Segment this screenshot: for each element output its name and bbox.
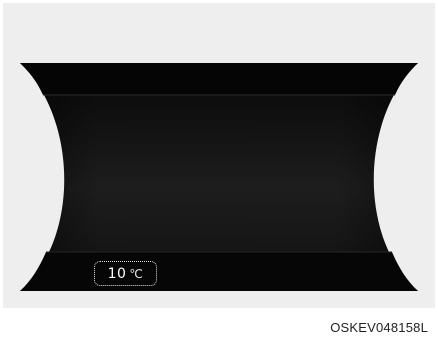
- temperature-value: 10: [107, 265, 127, 282]
- figure-code: OSKEV048158L: [330, 320, 428, 335]
- instrument-cluster-display: [20, 63, 418, 291]
- outside-temperature-indicator: 10 ℃: [94, 261, 157, 286]
- cluster-bottom-band: [20, 252, 418, 291]
- cluster-top-band: [20, 63, 418, 95]
- instrument-cluster-figure: 10 ℃ OSKEV048158L: [0, 0, 438, 342]
- temperature-unit: ℃: [129, 266, 144, 281]
